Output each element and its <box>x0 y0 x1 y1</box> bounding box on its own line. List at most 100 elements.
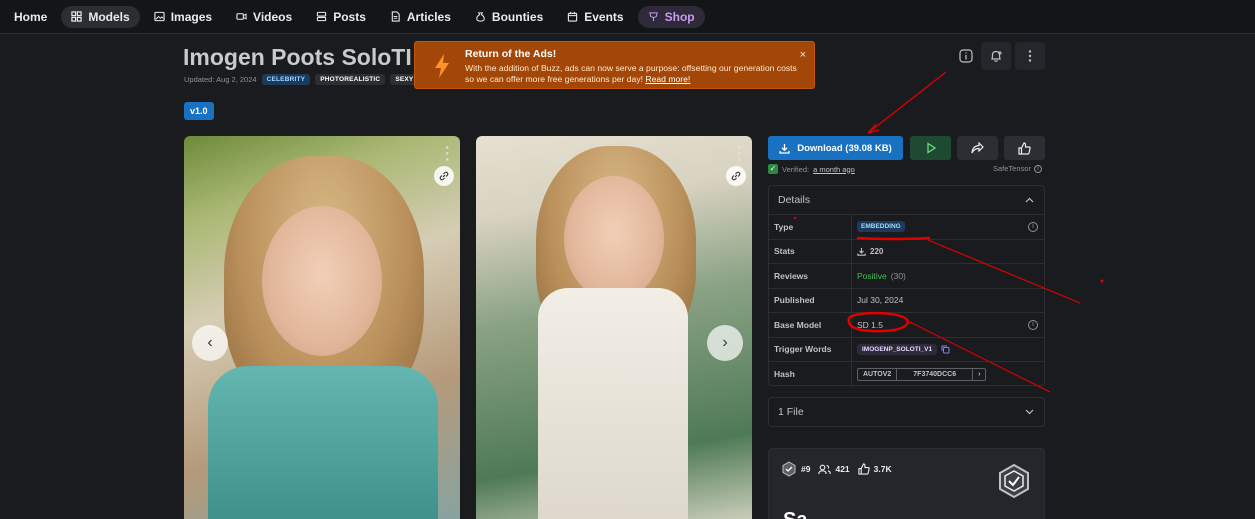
model-title: Imogen Poots SoloTI <box>183 44 412 70</box>
photo-face <box>564 176 664 301</box>
base-model-value: SD 1.5 <box>857 319 883 330</box>
download-count: 220 <box>870 246 884 256</box>
model-image-2[interactable]: · · · <box>476 136 752 519</box>
annotation-arrow <box>867 71 947 134</box>
details-header[interactable]: Details <box>769 186 1044 215</box>
reviews-count: (30) <box>890 270 906 281</box>
annotation-dot <box>1100 279 1104 283</box>
info-icon[interactable]: i <box>1028 222 1038 232</box>
photo-face <box>262 206 382 356</box>
info-icon[interactable]: i <box>1028 320 1038 330</box>
trigger-word-badge: IMOGENP_SOLOTI_V1 <box>857 343 938 355</box>
moneybag-icon <box>476 12 485 22</box>
nav-articles[interactable]: Articles <box>380 6 461 28</box>
thumbs-up-icon <box>858 463 870 475</box>
photo-white-top <box>538 288 688 519</box>
details-panel: Details Type EMBEDDING i Stats 220 Review… <box>768 185 1045 387</box>
image-menu-icon[interactable]: · · · <box>445 140 450 166</box>
model-meta: Updated: Aug 2, 2024 CELEBRITY PHOTOREAL… <box>184 74 419 85</box>
toast-message: With the addition of Buzz, ads can now s… <box>465 63 797 84</box>
info-button[interactable] <box>951 42 981 70</box>
notify-button[interactable] <box>981 42 1011 70</box>
creator-rank: #9 <box>781 461 810 477</box>
chevron-left-icon: ‹ <box>207 334 213 351</box>
detail-row-base-model: Base Model SD 1.5 i <box>769 313 1044 338</box>
grid-icon <box>71 11 83 22</box>
hash-value[interactable]: 7F3740DCC6 <box>897 368 974 380</box>
detail-row-type: Type EMBEDDING i <box>769 215 1044 240</box>
info-icon <box>959 49 973 63</box>
verified-status: ✓ Verified: a month ago <box>768 164 855 174</box>
creator-stats: #9 421 3.7K <box>781 461 892 477</box>
nav-events[interactable]: Events <box>557 6 633 28</box>
safetensor-label: SafeTensor i <box>993 164 1042 173</box>
toast-read-more-link[interactable]: Read more! <box>645 74 690 84</box>
detail-row-trigger-words: Trigger Words IMOGENP_SOLOTI_V1 <box>769 337 1044 362</box>
copy-icon[interactable] <box>941 345 950 354</box>
files-accordion[interactable]: 1 File <box>768 397 1045 427</box>
detail-row-published: Published Jul 30, 2024 <box>769 288 1044 313</box>
ads-toast: Return of the Ads! With the addition of … <box>414 41 815 89</box>
dots-vertical-icon <box>1028 50 1032 62</box>
photo-tank-top <box>208 366 438 519</box>
model-image-1[interactable]: · · · <box>184 136 460 519</box>
chevron-down-icon <box>1025 409 1034 415</box>
creator-name-partial: Sa <box>783 509 807 519</box>
creator-card[interactable]: #9 421 3.7K Sa <box>768 448 1045 519</box>
info-icon[interactable]: i <box>1033 164 1042 173</box>
updated-date: Updated: Aug 2, 2024 <box>184 75 257 84</box>
published-date: Jul 30, 2024 <box>857 295 904 306</box>
link-icon[interactable] <box>726 166 746 186</box>
chevron-right-icon: › <box>722 334 728 351</box>
carousel-prev-button[interactable]: ‹ <box>192 325 228 361</box>
download-icon <box>779 143 790 154</box>
article-icon <box>391 11 400 22</box>
nav-models[interactable]: Models <box>61 5 140 28</box>
nav-videos[interactable]: Videos <box>226 6 302 28</box>
download-button[interactable]: Download (39.08 KB) <box>768 136 903 160</box>
share-icon <box>971 142 984 154</box>
nav-home[interactable]: Home <box>4 6 57 28</box>
share-button[interactable] <box>957 136 998 160</box>
run-button[interactable] <box>910 136 951 160</box>
nav-bounties[interactable]: Bounties <box>465 6 553 28</box>
detail-row-hash: Hash AUTOV2 7F3740DCC6 › <box>769 362 1044 387</box>
detail-row-stats: Stats 220 <box>769 239 1044 264</box>
hash-algorithm[interactable]: AUTOV2 <box>858 368 898 380</box>
more-menu-button[interactable] <box>1015 42 1045 70</box>
lightning-icon <box>435 54 449 78</box>
tag-celebrity[interactable]: CELEBRITY <box>261 74 311 85</box>
image-icon <box>154 11 165 22</box>
like-button[interactable] <box>1004 136 1045 160</box>
posts-icon <box>317 11 327 22</box>
annotation-arrowhead <box>867 123 880 134</box>
shop-icon <box>648 12 658 22</box>
thumbs-up-icon <box>1018 141 1031 155</box>
tag-photorealistic[interactable]: PHOTOREALISTIC <box>315 74 386 85</box>
hash-selector[interactable]: AUTOV2 7F3740DCC6 › <box>857 367 987 381</box>
version-badge[interactable]: v1.0 <box>184 102 214 120</box>
type-badge: EMBEDDING <box>857 221 905 233</box>
reviews-sentiment[interactable]: Positive <box>857 271 887 281</box>
toast-close-button[interactable]: × <box>800 49 806 61</box>
link-icon[interactable] <box>434 166 454 186</box>
download-icon <box>857 247 866 256</box>
bell-plus-icon <box>991 50 1002 62</box>
creator-likes: 3.7K <box>858 463 892 475</box>
users-icon <box>818 464 832 474</box>
chevron-right-icon[interactable]: › <box>973 369 985 380</box>
detail-row-reviews: Reviews Positive (30) <box>769 264 1044 289</box>
verified-time-link[interactable]: a month ago <box>813 165 855 174</box>
rank-shield-icon <box>999 463 1029 499</box>
nav-images[interactable]: Images <box>144 6 222 28</box>
top-nav: Home Models Images Videos Posts Articles… <box>0 0 1255 34</box>
video-icon <box>236 13 247 20</box>
badge-icon <box>782 461 796 477</box>
nav-shop[interactable]: Shop <box>637 5 705 28</box>
nav-posts[interactable]: Posts <box>306 6 376 28</box>
image-menu-icon[interactable]: · · · <box>737 140 742 166</box>
creator-followers: 421 <box>818 464 850 475</box>
carousel-next-button[interactable]: › <box>707 325 743 361</box>
toast-title: Return of the Ads! <box>465 48 557 60</box>
calendar-icon <box>568 11 578 22</box>
